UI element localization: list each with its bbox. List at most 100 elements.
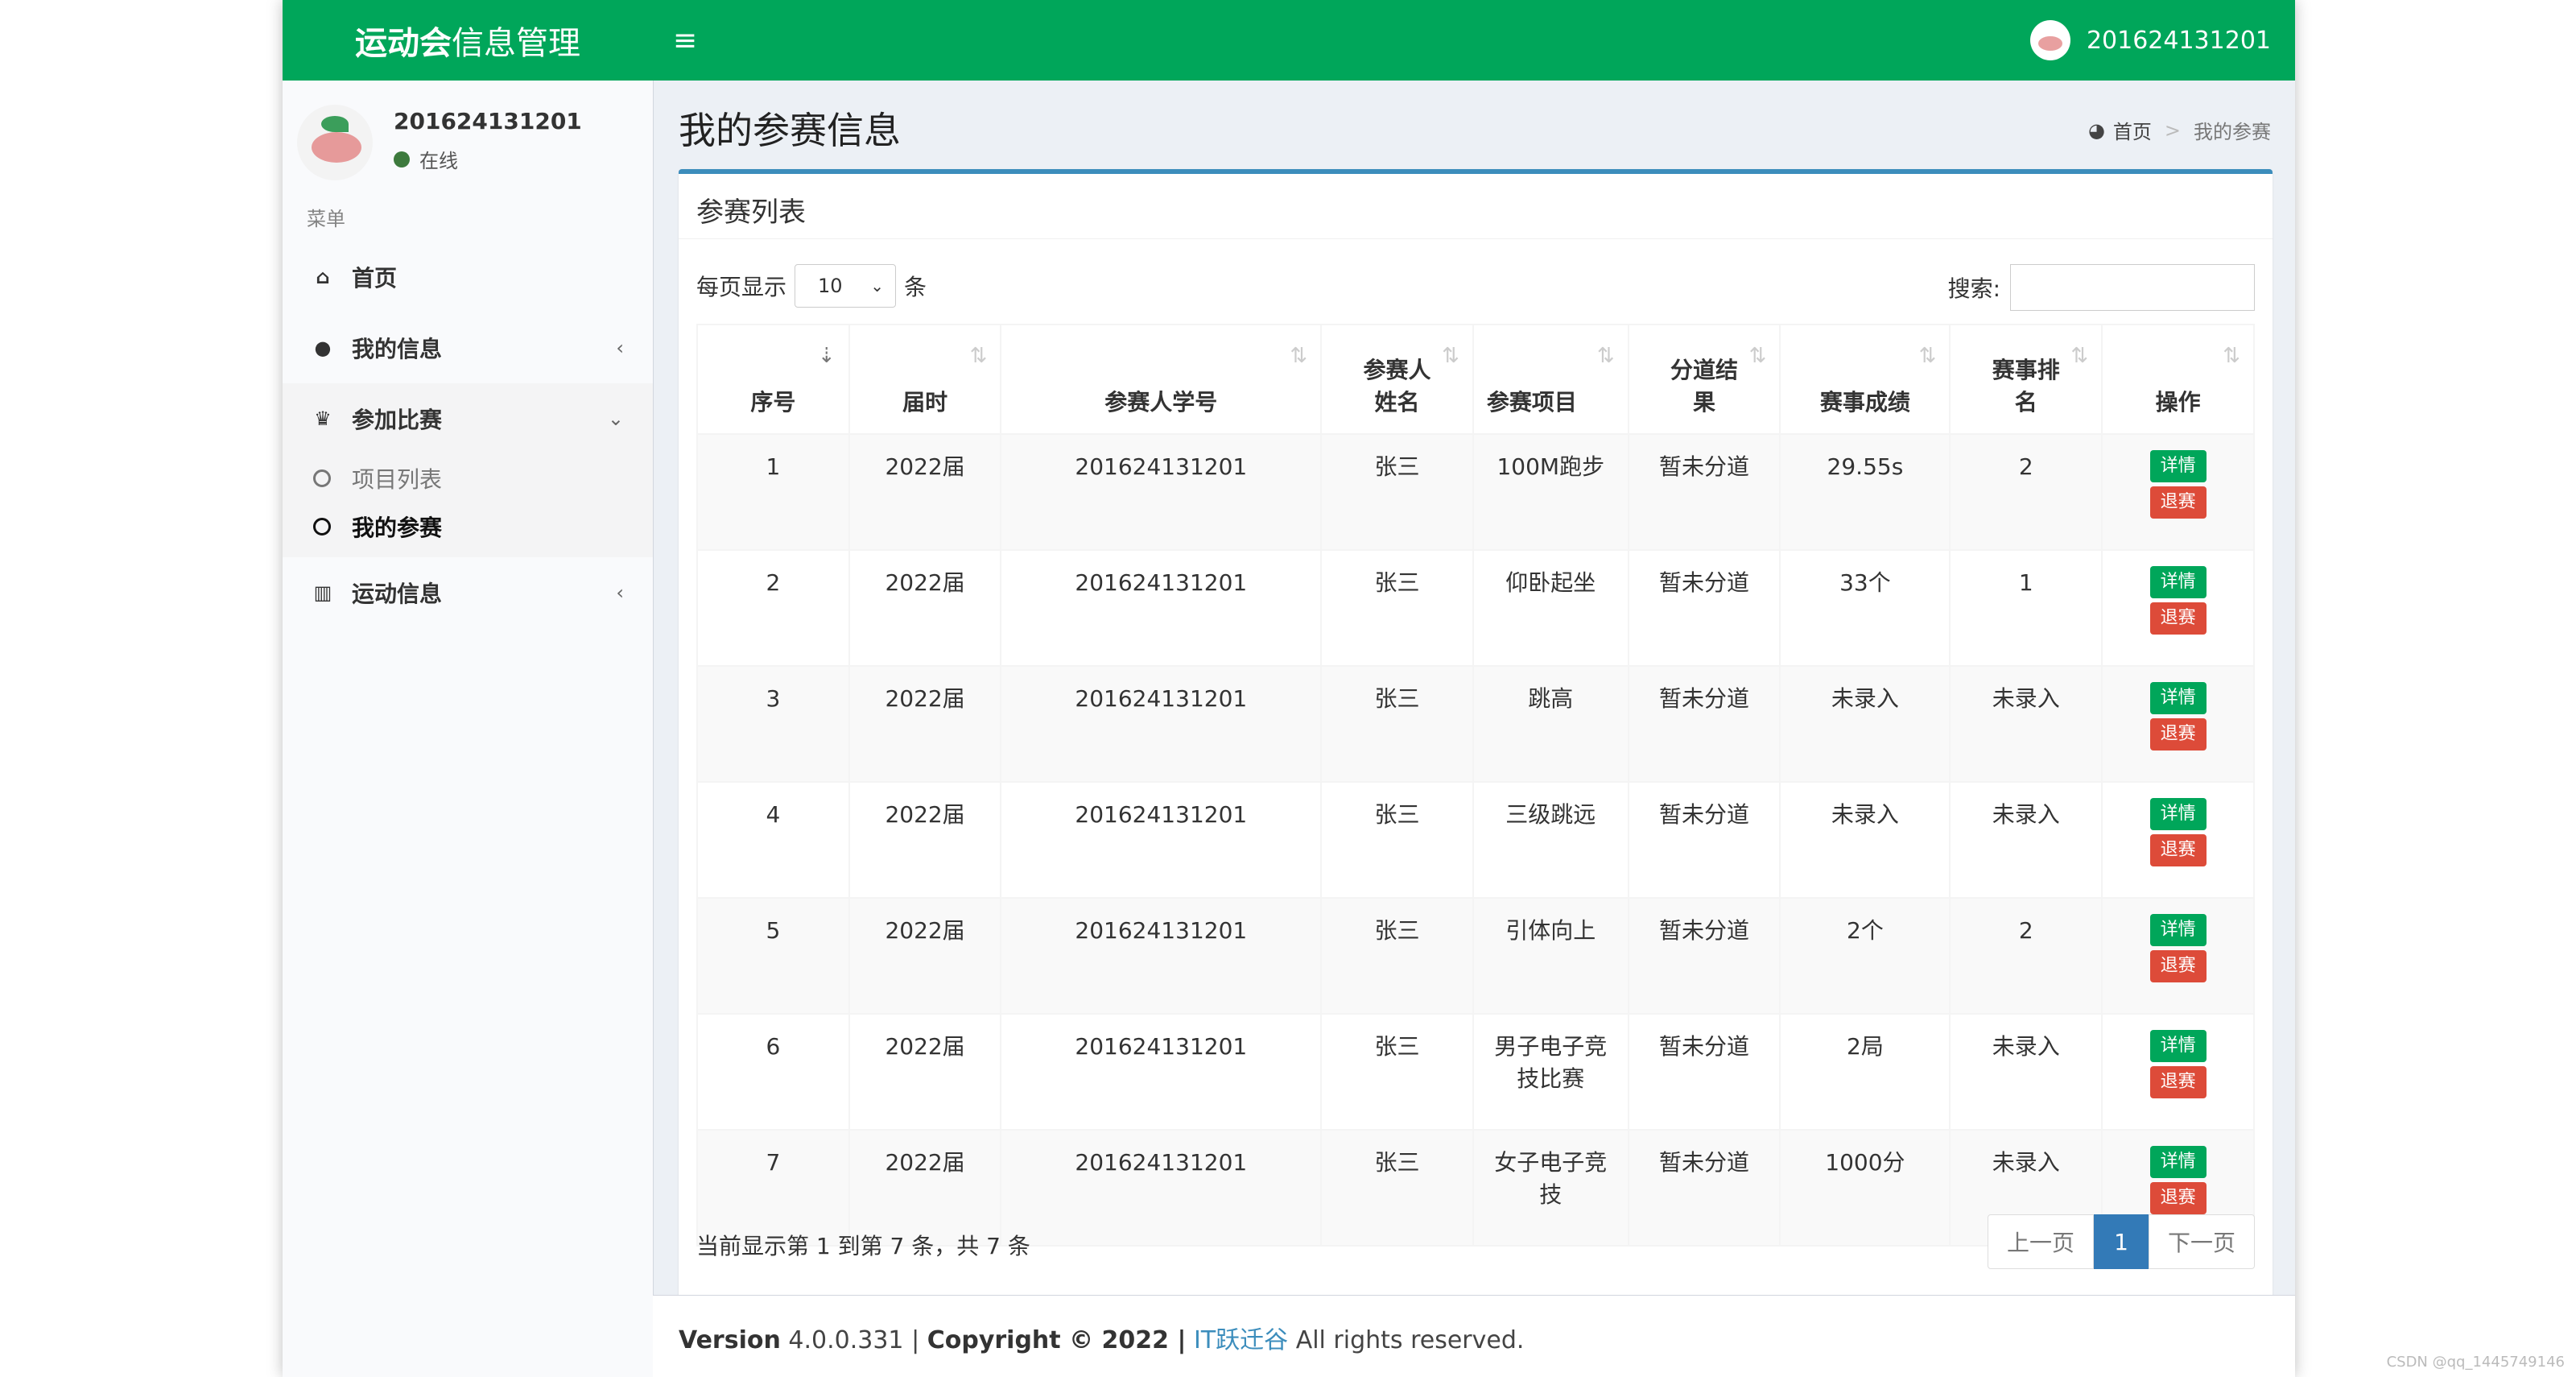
column-header[interactable]: ⇅ 届时 [848,324,1002,435]
table-cell-actions: 详情 退赛 [2101,549,2255,667]
withdraw-button[interactable]: 退赛 [2149,1066,2207,1098]
length-suffix: 条 [904,274,927,300]
length-prefix: 每页显示 [696,274,787,300]
entries-table: ⇣ 序号 ⇅ 届时 ⇅ 参赛人学号 ⇅ 参赛人 姓名 ⇅ 参赛项目 ⇅ 分道结果 ⇅ 赛事成绩 … [696,324,2255,1247]
search-input[interactable] [2010,264,2255,311]
table-cell-score: 未录入 [1779,665,1951,783]
sidebar: 201624131201 在线 菜单 ⌂ 首页 ● 我的信息 ‹ ♛ 参加比赛 … [283,81,654,1377]
copyright: Copyright © 2022 | [927,1326,1187,1354]
detail-button[interactable]: 详情 [2149,798,2207,830]
prev-page-button[interactable]: 上一页 [1988,1214,2094,1269]
detail-button[interactable]: 详情 [2149,914,2207,946]
footer-link[interactable]: IT跃迁谷 [1194,1326,1288,1354]
detail-button[interactable]: 详情 [2149,1030,2207,1062]
bar-chart-icon: ▥ [313,581,332,604]
column-header[interactable]: ⇅ 参赛项目 [1472,324,1629,435]
withdraw-button[interactable]: 退赛 [2149,950,2207,982]
table-cell-sid: 201624131201 [1000,897,1323,1015]
next-page-button[interactable]: 下一页 [2149,1214,2255,1269]
header-username: 201624131201 [2086,26,2271,55]
column-header[interactable]: ⇣ 序号 [696,324,850,435]
withdraw-button[interactable]: 退赛 [2149,486,2207,519]
chevron-left-icon: ‹ [616,337,624,359]
table-cell-actions: 详情 退赛 [2101,897,2255,1015]
sidebar-item-join-match[interactable]: ♛ 参加比赛 ⌄ [283,383,653,454]
table-cell-event: 三级跳远 [1472,781,1629,899]
sidebar-subitem-my-entries[interactable]: 我的参赛 [283,502,653,551]
sort-icon: ⇅ [1290,344,1308,368]
detail-button[interactable]: 详情 [2149,566,2207,598]
table-cell-name: 张三 [1320,433,1474,551]
page-length-control: 每页显示 10 ⌄ 条 [696,264,927,308]
breadcrumb-home[interactable]: 首页 [2113,116,2152,144]
column-header[interactable]: ⇅ 赛事排名 [1949,324,2103,435]
online-status: 在线 [394,145,458,173]
detail-button[interactable]: 详情 [2149,682,2207,714]
logo-rest: 信息管理 [452,25,580,62]
sort-icon: ⇅ [969,344,988,368]
submenu: 项目列表 我的参赛 [283,454,653,557]
table-cell-name: 张三 [1320,549,1474,667]
table-cell-name: 张三 [1320,1013,1474,1131]
page-button-current[interactable]: 1 [2094,1214,2149,1269]
home-icon: ⌂ [316,266,330,288]
sidebar-item-home[interactable]: ⌂ 首页 [283,242,653,312]
detail-button[interactable]: 详情 [2149,1146,2207,1178]
table-cell-lane: 暂未分道 [1627,433,1781,551]
table-cell-actions: 详情 退赛 [2101,433,2255,551]
table-row: 2 2022届 201624131201 张三 仰卧起坐 暂未分道 33个 1 详情 退赛 [696,549,2255,667]
table-cell-session: 2022届 [848,433,1002,551]
user-icon: ● [314,337,332,359]
table-row: 4 2022届 201624131201 张三 三级跳远 暂未分道 未录入 未录入 详情 退赛 [696,781,2255,899]
search-label: 搜索: [1947,275,2000,302]
table-cell-score: 33个 [1779,549,1951,667]
sort-icon: ⇅ [2070,344,2089,368]
column-header[interactable]: ⇅ 参赛人 姓名 [1320,324,1474,435]
table-row: 6 2022届 201624131201 张三 男子电子竞 技比赛 暂未分道 2局 未录入 详情退… [696,1013,2255,1131]
column-header[interactable]: ⇅ 赛事成绩 [1779,324,1951,435]
table-cell-lane: 暂未分道 [1627,1013,1781,1131]
table-cell-lane: 暂未分道 [1627,897,1781,1015]
page-length-select[interactable]: 10 ⌄ [795,264,897,308]
column-header[interactable]: ⇅ 分道结果 [1627,324,1781,435]
user-menu[interactable]: 201624131201 [2029,0,2271,81]
table-cell-name: 张三 [1320,897,1474,1015]
table-row: 1 2022届 201624131201 张三 100M跑步 暂未分道 29.55s 2 详情退… [696,433,2255,551]
entries-box: 参赛列表 每页显示 10 ⌄ 条 搜索: ⇣ 序号 ⇅ 届时 ⇅ 参赛人学号 ⇅… [679,169,2273,1317]
sidebar-item-label: 参加比赛 [352,407,443,433]
sidebar-subitem-label: 我的参赛 [352,515,443,541]
breadcrumb-separator: > [2164,118,2181,142]
table-cell-sid: 201624131201 [1000,1129,1323,1247]
sidebar-item-my-info[interactable]: ● 我的信息 ‹ [283,312,653,383]
table-cell-session: 2022届 [848,781,1002,899]
table-cell-score: 29.55s [1779,433,1951,551]
column-header[interactable]: ⇅ 操作 [2101,324,2255,435]
table-cell-score: 1000分 [1779,1129,1951,1247]
table-cell-rank: 2 [1949,433,2103,551]
table-cell-event: 男子电子竞 技比赛 [1472,1013,1629,1131]
sidebar-item-sports-info[interactable]: ▥ 运动信息 ‹ [283,557,653,628]
table-cell-rank: 未录入 [1949,781,2103,899]
withdraw-button[interactable]: 退赛 [2149,1182,2207,1214]
column-header[interactable]: ⇅ 参赛人学号 [1000,324,1323,435]
table-cell-sid: 201624131201 [1000,665,1323,783]
table-cell-score: 2个 [1779,897,1951,1015]
table-cell-event: 跳高 [1472,665,1629,783]
breadcrumb-current: 我的参赛 [2194,121,2271,143]
pagination: 上一页 1 下一页 [1988,1214,2255,1269]
watermark: CSDN @qq_1445749146 [2386,1354,2565,1371]
status-label: 在线 [419,150,458,172]
withdraw-button[interactable]: 退赛 [2149,602,2207,635]
sort-icon: ⇅ [1748,344,1767,368]
sidebar-item-label: 运动信息 [352,581,443,607]
detail-button[interactable]: 详情 [2149,450,2207,482]
table-cell-actions: 详情 退赛 [2101,781,2255,899]
sidebar-subitem-event-list[interactable]: 项目列表 [283,454,653,502]
sidebar-toggle-button[interactable]: ≡ [661,0,709,81]
logo[interactable]: 运动会 信息管理 [283,0,653,81]
sort-icon: ⇅ [1918,344,1937,368]
app-window: 运动会 信息管理 ≡ 201624131201 201624131201 在线 菜… [283,0,2295,1377]
withdraw-button[interactable]: 退赛 [2149,834,2207,866]
withdraw-button[interactable]: 退赛 [2149,718,2207,751]
table-cell-event: 女子电子竞技 [1472,1129,1629,1247]
